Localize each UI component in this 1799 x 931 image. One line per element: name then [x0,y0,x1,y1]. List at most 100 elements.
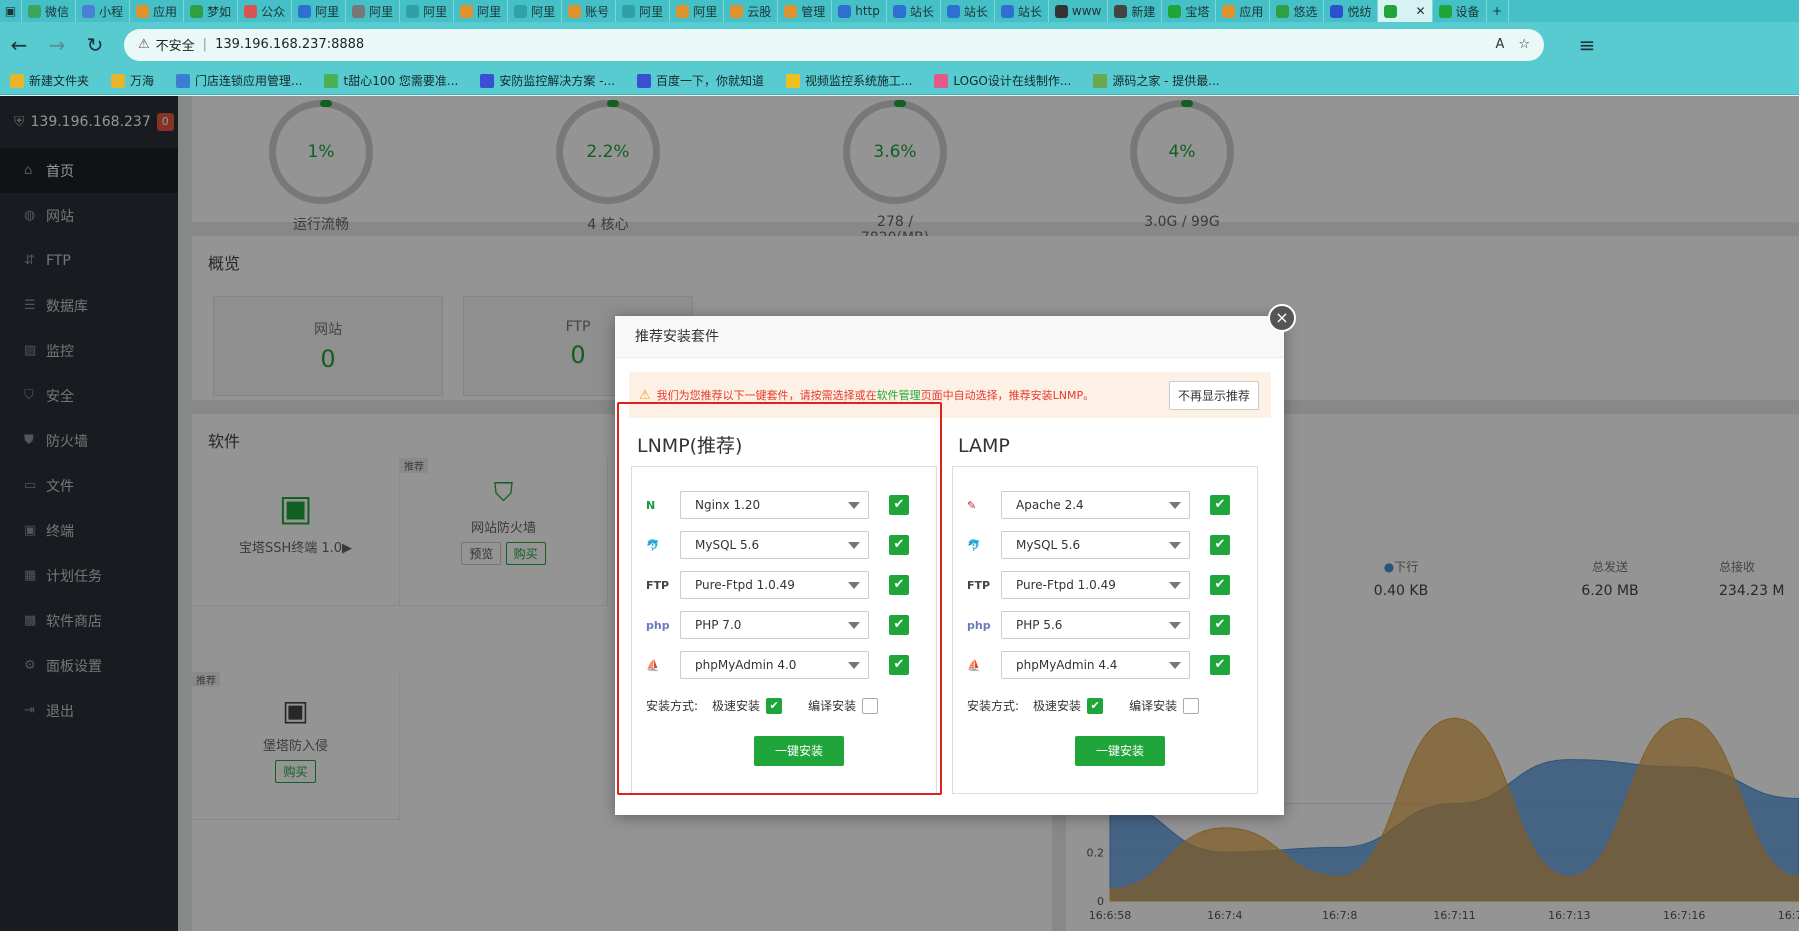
component-row: ⛵ phpMyAdmin 4.4 ✔ [967,645,1257,685]
bookmark-label: LOGO设计在线制作... [953,74,1072,88]
browser-tab[interactable]: 新建 [1108,0,1163,22]
tab-favicon-icon [784,4,798,18]
one-click-install-button[interactable]: 一键安装 [1075,736,1165,766]
browser-tab[interactable]: 悦纺 [1324,0,1379,22]
version-select[interactable]: PHP 5.6 [1001,611,1190,639]
favorites-list-icon[interactable]: ≡ [1568,26,1606,64]
bookmark-item[interactable]: 视频监控系统施工... [785,72,912,89]
mode-label: 安装方式: [967,699,1020,713]
browser-tab[interactable]: 阿里 [454,0,509,22]
version-select[interactable]: Apache 2.4 [1001,491,1190,519]
folder-icon [10,73,24,88]
browser-tab[interactable]: 阿里 [400,0,455,22]
mysql-icon: 🐬 [967,538,981,552]
component-checkbox[interactable]: ✔ [1210,535,1230,555]
close-dialog-button[interactable]: × [1268,304,1296,332]
bookmark-item[interactable]: 万海 [111,72,154,89]
fast-label: 极速安装 [1033,699,1082,713]
bookmark-label: 源码之家 - 提供最... [1112,74,1220,88]
compile-install-checkbox[interactable] [1183,697,1200,714]
browser-tab[interactable]: 梦如 [184,0,239,22]
tab-label: 微信 [45,4,70,19]
url-field[interactable]: ⚠ 不安全 | 139.196.168.237:8888 A ☆ [124,28,1544,61]
back-icon[interactable]: ← [0,26,38,64]
browser-tab[interactable]: 阿里 [508,0,563,22]
browser-tab[interactable]: 阿里 [292,0,347,22]
tab-favicon-icon [1054,4,1068,18]
bookmark-item[interactable]: 新建文件夹 [10,72,89,89]
reload-icon[interactable]: ↻ [76,26,114,64]
favorite-icon[interactable]: ☆ [1518,37,1530,52]
tab-favicon-icon [1384,4,1398,18]
browser-tab[interactable]: 应用 [130,0,185,22]
browser-tab[interactable]: 阿里 [346,0,401,22]
browser-tab[interactable]: 微信 [22,0,77,22]
browser-tab[interactable]: 站长 [941,0,995,22]
component-row: php PHP 5.6 ✔ [967,605,1257,645]
tab-close-icon[interactable]: ✕ [1415,4,1425,18]
browser-tab[interactable]: ✕ [1378,0,1433,22]
bookmark-item[interactable]: 源码之家 - 提供最... [1093,72,1220,89]
tab-favicon-icon [1330,4,1344,18]
new-tab-icon[interactable]: + [1487,0,1509,22]
tab-label: 公众 [261,4,286,19]
security-label: 不安全 [155,39,195,54]
bookmark-item[interactable]: t甜心100 您需要准... [324,72,458,89]
tab-actions-icon[interactable]: ▣ [0,0,22,22]
software-manage-link[interactable]: 软件管理 [877,387,921,403]
url-text: 139.196.168.237:8888 [215,37,365,52]
tab-favicon-icon [514,4,528,18]
tab-favicon-icon [460,4,474,18]
version-select[interactable]: phpMyAdmin 4.4 [1001,651,1190,679]
tab-favicon-icon [1438,4,1452,18]
component-checkbox[interactable]: ✔ [1210,575,1230,595]
component-checkbox[interactable]: ✔ [1210,615,1230,635]
browser-tab[interactable]: http [832,0,887,22]
bookmark-item[interactable]: 安防监控解决方案 -... [480,72,615,89]
apache-icon: ✎ [967,498,977,512]
notice-text: 我们为您推荐以下一键套件，请按需选择或在 [656,389,877,402]
browser-tab[interactable]: 云股 [724,0,779,22]
browser-tab[interactable]: 阿里 [616,0,671,22]
tab-favicon-icon [1168,4,1182,18]
browser-tab[interactable]: 宝塔 [1162,0,1217,22]
browser-tab[interactable]: 站长 [887,0,941,22]
url-separator: | [202,37,208,52]
browser-tab[interactable]: 阿里 [670,0,725,22]
php-icon: php [967,618,991,632]
browser-tab[interactable]: 小程 [76,0,131,22]
fast-install-checkbox[interactable]: ✔ [1087,697,1104,714]
forward-icon[interactable]: → [38,26,76,64]
component-checkbox[interactable]: ✔ [1210,495,1230,515]
tab-label: 管理 [801,4,826,19]
component-checkbox[interactable]: ✔ [1210,655,1230,675]
bookmark-item[interactable]: 百度一下，你就知道 [636,72,764,89]
bookmark-favicon-icon [934,73,949,88]
select-value: Apache 2.4 [1016,498,1084,512]
browser-tab[interactable]: 悠选 [1270,0,1325,22]
browser-tab[interactable]: 设备 [1433,0,1487,22]
bookmark-item[interactable]: LOGO设计在线制作... [934,72,1071,89]
browser-tab[interactable]: 站长 [995,0,1049,22]
tab-favicon-icon [190,4,204,18]
tab-favicon-icon [82,4,96,18]
browser-tab[interactable]: 应用 [1216,0,1271,22]
read-aloud-icon[interactable]: A [1495,37,1504,52]
suite-lamp: LAMP ✎ Apache 2.4 ✔ 🐬 MySQL 5.6 ✔ FTP Pure-Ftpd … [952,426,1258,794]
dialog-title: 推荐安装套件 [615,316,1284,358]
bookmark-favicon-icon [176,73,191,88]
warning-icon: ⚠ [639,387,651,403]
version-select[interactable]: Pure-Ftpd 1.0.49 [1001,571,1190,599]
dismiss-recommend-button[interactable]: 不再显示推荐 [1168,380,1259,410]
tab-favicon-icon [622,4,636,18]
component-row: ✎ Apache 2.4 ✔ [967,485,1257,525]
browser-tab[interactable]: 账号 [562,0,617,22]
browser-tab[interactable]: www [1049,0,1109,22]
bookmark-item[interactable]: 门店连锁应用管理... [176,72,302,89]
browser-tab[interactable]: 管理 [778,0,833,22]
select-value: MySQL 5.6 [1016,538,1081,552]
version-select[interactable]: MySQL 5.6 [1001,531,1190,559]
select-value: Pure-Ftpd 1.0.49 [1016,578,1116,592]
browser-tab[interactable]: 公众 [238,0,293,22]
chevron-down-icon [1169,582,1181,589]
